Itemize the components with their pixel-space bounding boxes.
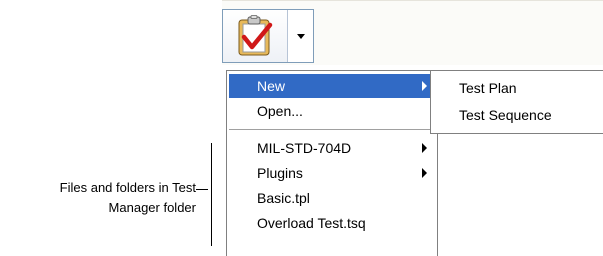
- submenu-item-test-sequence[interactable]: Test Sequence: [433, 103, 601, 127]
- callout-line-2: Manager folder: [108, 200, 196, 215]
- new-submenu: Test Plan Test Sequence: [430, 70, 603, 134]
- menu-item-label: Overload Test.tsq: [257, 215, 366, 231]
- callout-bracket: [211, 143, 212, 246]
- menu-item-label: Open...: [257, 103, 303, 119]
- menu-item-plugins[interactable]: Plugins: [229, 161, 435, 185]
- submenu-arrow-icon: [422, 143, 427, 153]
- menu-item-label: Plugins: [257, 165, 303, 181]
- submenu-item-label: Test Sequence: [459, 107, 552, 123]
- callout-line-1: Files and folders in Test: [59, 180, 196, 195]
- new-split-button: [222, 9, 314, 63]
- new-button[interactable]: [223, 10, 288, 62]
- menu-separator: [229, 129, 435, 131]
- menu-item-open[interactable]: Open...: [229, 99, 435, 123]
- submenu-arrow-icon: [422, 81, 427, 91]
- new-dropdown-menu: New Open... MIL-STD-704D Plugins Basic.t…: [226, 70, 438, 256]
- chevron-down-icon: [296, 33, 305, 39]
- callout-annotation: Files and folders in Test Manager folder: [18, 178, 196, 218]
- submenu-item-test-plan[interactable]: Test Plan: [433, 76, 601, 100]
- submenu-arrow-icon: [422, 168, 427, 178]
- stage: New Open... MIL-STD-704D Plugins Basic.t…: [0, 0, 603, 256]
- menu-item-new[interactable]: New: [229, 74, 435, 98]
- menu-item-overload-test-tsq[interactable]: Overload Test.tsq: [229, 211, 435, 235]
- menu-item-basic-tpl[interactable]: Basic.tpl: [229, 186, 435, 210]
- clipboard-checkmark-icon: [238, 15, 273, 56]
- menu-item-label: MIL-STD-704D: [257, 140, 352, 156]
- menu-item-label: New: [257, 78, 286, 94]
- submenu-item-label: Test Plan: [459, 80, 517, 96]
- callout-leader-line: [196, 189, 208, 190]
- menu-item-label: Basic.tpl: [257, 190, 310, 206]
- menu-item-mil-std-704d[interactable]: MIL-STD-704D: [229, 136, 435, 160]
- new-dropdown-arrow[interactable]: [288, 10, 313, 62]
